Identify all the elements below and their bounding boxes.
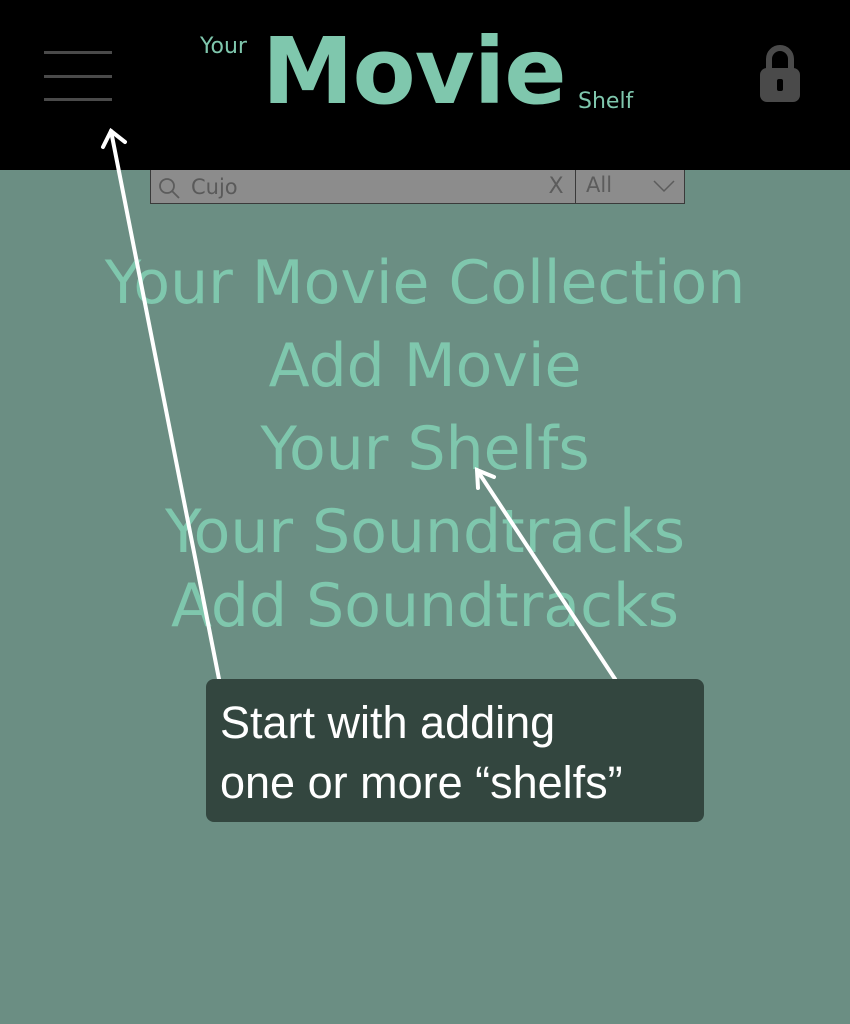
logo-your: Your [200,34,247,59]
hamburger-menu-icon[interactable] [44,50,112,102]
menu-item-movie-collection[interactable]: Your Movie Collection [0,248,850,318]
search-icon [159,178,180,199]
onboarding-tooltip: Start with adding one or more “shelfs” [206,679,704,822]
hamburger-line [44,75,112,78]
search-bar: X All [150,170,685,204]
chevron-down-icon [653,180,675,193]
filter-select-value: All [586,173,613,197]
logo-shelf: Shelf [578,89,634,114]
tooltip-line-1: Start with adding [220,697,556,748]
menu-item-soundtracks[interactable]: Your Soundtracks [0,497,850,567]
hamburger-line [44,98,112,101]
filter-select[interactable]: All [576,170,685,204]
search-input[interactable] [191,172,521,202]
hamburger-line [44,51,112,54]
lock-icon[interactable] [758,42,802,104]
tooltip-line-2: one or more “shelfs” [220,757,623,808]
clear-search-button[interactable]: X [541,172,571,202]
menu-item-add-soundtracks[interactable]: Add Soundtracks [0,571,850,641]
menu-item-shelfs[interactable]: Your Shelfs [0,414,850,484]
logo-movie: Movie [262,18,567,125]
top-bar: Your Movie Shelf [0,0,850,170]
menu-item-add-movie[interactable]: Add Movie [0,331,850,401]
